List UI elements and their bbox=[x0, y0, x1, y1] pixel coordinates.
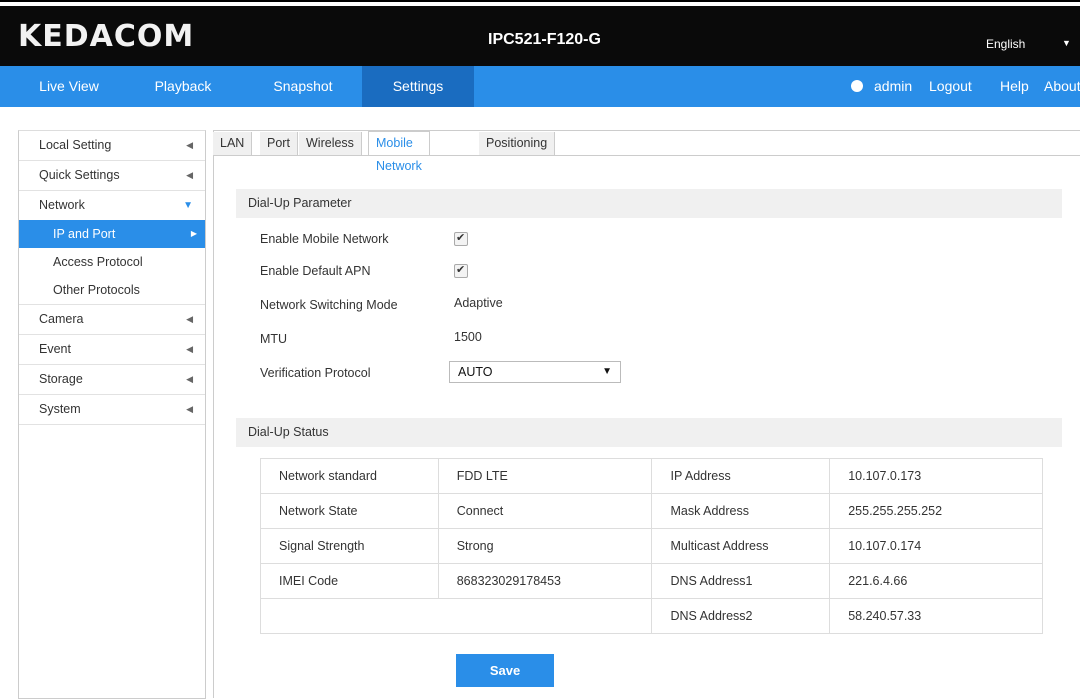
status-cell: 10.107.0.173 bbox=[829, 458, 1043, 494]
mtu-label: MTU bbox=[260, 332, 288, 346]
status-cell: Signal Strength bbox=[260, 528, 439, 564]
sidebar-item-label: IP and Port bbox=[53, 227, 116, 241]
sidebar-item-local-setting[interactable]: Local Setting ◀ bbox=[19, 131, 205, 161]
enable-apn-label: Enable Default APN bbox=[260, 264, 371, 278]
tab-positioning[interactable]: Positioning bbox=[479, 132, 556, 155]
chevron-left-icon: ◀ bbox=[186, 314, 193, 324]
enable-apn-checkbox[interactable] bbox=[454, 263, 468, 278]
dialup-status-header: Dial-Up Status bbox=[236, 418, 1062, 447]
sidebar-item-label: Local Setting bbox=[39, 138, 112, 152]
status-cell-empty bbox=[259, 598, 653, 634]
status-cell: Strong bbox=[437, 528, 653, 564]
sidebar-item-label: Camera bbox=[39, 312, 84, 326]
chevron-left-icon: ◀ bbox=[186, 170, 193, 180]
settings-sidebar: Local Setting ◀ Quick Settings ◀ Network ▼ … bbox=[18, 130, 206, 699]
dropdown-arrow-icon: ▼ bbox=[602, 366, 612, 377]
status-cell: 58.240.57.33 bbox=[829, 598, 1043, 634]
sidebar-item-label: Storage bbox=[39, 372, 83, 386]
user-name[interactable]: admin bbox=[874, 66, 912, 107]
language-select[interactable]: English bbox=[986, 37, 1025, 51]
sidebar-subitem-access-protocol[interactable]: Access Protocol bbox=[19, 248, 205, 276]
chevron-down-icon[interactable]: ▼ bbox=[1062, 38, 1071, 48]
sidebar-item-label: Other Protocols bbox=[53, 283, 140, 297]
sidebar-item-system[interactable]: System ◀ bbox=[19, 395, 205, 425]
status-cell: Multicast Address bbox=[651, 528, 831, 564]
status-cell: IP Address bbox=[651, 458, 831, 494]
sidebar-subitem-other-protocols[interactable]: Other Protocols bbox=[19, 276, 205, 305]
sidebar-item-label: Network bbox=[39, 198, 85, 212]
enable-mobile-checkbox[interactable] bbox=[454, 231, 468, 246]
sidebar-subitem-ip-and-port[interactable]: IP and Port ▶ bbox=[19, 220, 205, 248]
sidebar-item-label: System bbox=[39, 402, 81, 416]
sidebar-item-label: Quick Settings bbox=[39, 168, 120, 182]
dialup-parameter-header: Dial-Up Parameter bbox=[236, 189, 1062, 218]
tab-lan[interactable]: LAN bbox=[213, 132, 253, 155]
sidebar-item-storage[interactable]: Storage ◀ bbox=[19, 365, 205, 395]
status-cell: 221.6.4.66 bbox=[829, 563, 1043, 599]
switching-mode-value: Adaptive bbox=[454, 296, 503, 310]
sidebar-item-network[interactable]: Network ▼ bbox=[19, 191, 205, 220]
status-cell: Network State bbox=[260, 493, 439, 529]
status-cell: 868323029178453 bbox=[437, 563, 653, 599]
top-border bbox=[0, 0, 1080, 2]
status-cell: Network standard bbox=[260, 458, 439, 494]
save-button[interactable]: Save bbox=[456, 654, 554, 687]
sidebar-item-event[interactable]: Event ◀ bbox=[19, 335, 205, 365]
table-row: DNS Address2 58.240.57.33 bbox=[259, 598, 1043, 634]
status-cell: Mask Address bbox=[651, 493, 831, 529]
chevron-down-icon: ▼ bbox=[183, 200, 193, 211]
chevron-left-icon: ◀ bbox=[186, 344, 193, 354]
chevron-right-icon: ▶ bbox=[190, 229, 197, 238]
nav-playback[interactable]: Playback bbox=[140, 66, 226, 107]
switching-mode-label: Network Switching Mode bbox=[260, 298, 398, 312]
table-row: Signal Strength Strong Multicast Address… bbox=[260, 528, 1043, 564]
table-row: IMEI Code 868323029178453 DNS Address1 2… bbox=[260, 563, 1043, 599]
user-icon bbox=[851, 67, 863, 92]
tab-port[interactable]: Port bbox=[260, 132, 298, 155]
mtu-value: 1500 bbox=[454, 330, 482, 344]
tab-mobile-network[interactable]: Mobile Network bbox=[368, 131, 430, 173]
status-cell: DNS Address2 bbox=[651, 598, 831, 634]
dialup-status-table: Network standard FDD LTE IP Address 10.1… bbox=[259, 458, 1043, 634]
help-link[interactable]: Help bbox=[1000, 66, 1029, 107]
sidebar-item-quick-settings[interactable]: Quick Settings ◀ bbox=[19, 161, 205, 191]
status-cell: 255.255.255.252 bbox=[829, 493, 1043, 529]
chevron-left-icon: ◀ bbox=[186, 404, 193, 414]
status-cell: FDD LTE bbox=[437, 458, 653, 494]
status-cell: IMEI Code bbox=[260, 563, 439, 599]
tab-divider bbox=[213, 155, 1080, 156]
nav-settings[interactable]: Settings bbox=[362, 66, 474, 107]
sidebar-item-label: Event bbox=[39, 342, 71, 356]
app-header: KEDACOM IPC521-F120-G English ▼ bbox=[0, 6, 1080, 66]
verification-protocol-select[interactable]: AUTO ▼ bbox=[449, 361, 621, 383]
nav-snapshot[interactable]: Snapshot bbox=[260, 66, 346, 107]
table-row: Network standard FDD LTE IP Address 10.1… bbox=[260, 458, 1043, 494]
nav-live-view[interactable]: Live View bbox=[26, 66, 112, 107]
logout-link[interactable]: Logout bbox=[929, 66, 972, 107]
about-link[interactable]: About bbox=[1044, 66, 1080, 107]
main-nav: Live View Playback Snapshot Settings adm… bbox=[0, 66, 1080, 107]
tab-wireless[interactable]: Wireless bbox=[299, 132, 362, 155]
status-cell: DNS Address1 bbox=[651, 563, 831, 599]
sidebar-item-camera[interactable]: Camera ◀ bbox=[19, 305, 205, 335]
device-model: IPC521-F120-G bbox=[488, 31, 601, 48]
sidebar-item-label: Access Protocol bbox=[53, 255, 143, 269]
verification-protocol-value: AUTO bbox=[458, 365, 493, 379]
verification-label: Verification Protocol bbox=[260, 366, 371, 380]
chevron-left-icon: ◀ bbox=[186, 140, 193, 150]
chevron-left-icon: ◀ bbox=[186, 374, 193, 384]
table-row: Network State Connect Mask Address 255.2… bbox=[260, 493, 1043, 529]
status-cell: Connect bbox=[437, 493, 653, 529]
status-cell: 10.107.0.174 bbox=[829, 528, 1043, 564]
kedacom-logo: KEDACOM bbox=[18, 19, 195, 54]
enable-mobile-label: Enable Mobile Network bbox=[260, 232, 389, 246]
